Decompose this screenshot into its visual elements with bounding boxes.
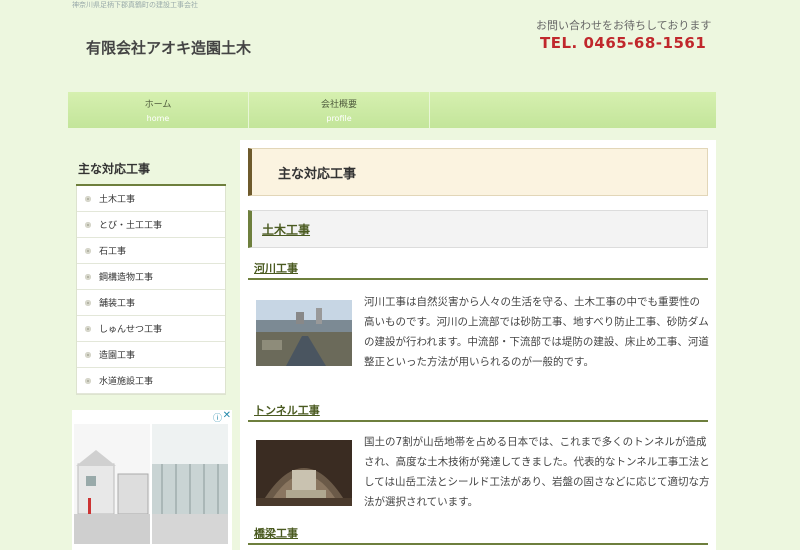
bullet-icon (85, 273, 91, 280)
sidebar-item[interactable]: 石工事 (77, 238, 225, 264)
ad-banner[interactable]: ⓘ ✕ (72, 410, 232, 550)
nav-item-sub-label: profile (326, 114, 352, 123)
subsection-text-river: 河川工事は自然災害から人々の生活を守る、土木工事の中でも重要性の高いものです。河… (364, 296, 709, 368)
subsection-text-tunnel: 国土の7割が山岳地帯を占める日本では、これまで多くのトンネルが造成され、高度な土… (364, 436, 710, 508)
bullet-icon (85, 195, 91, 202)
sidebar-item-label: 土木工事 (99, 195, 136, 205)
top-note: 神奈川県足柄下郡真鶴町の建設工事会社 (72, 1, 198, 9)
site-title[interactable]: 有限会社アオキ造園土木 (86, 37, 251, 58)
sidebar-item[interactable]: とび・土工工事 (77, 212, 225, 238)
global-nav: ホーム home 会社概要 profile (68, 92, 716, 128)
phone-number[interactable]: TEL. 0465-68-1561 (540, 34, 706, 52)
sidebar-item[interactable]: 鋼構造物工事 (77, 264, 225, 290)
subsection-heading-bridge[interactable]: 橋梁工事 (248, 525, 708, 545)
sidebar-item-label: しゅんせつ工事 (99, 325, 163, 335)
main-content: 主な対応工事 土木工事 河川工事 河川工事は自然災害から人々の生活を守る、土木工… (240, 140, 716, 550)
section-heading[interactable]: 土木工事 (248, 210, 708, 248)
sidebar-list: 土木工事 とび・土工工事 石工事 鋼構造物工事 舗装工事 しゅんせつ工事 造園工… (76, 186, 226, 395)
page-heading: 主な対応工事 (248, 148, 708, 196)
contact-lead: お問い合わせをお待ちしております (536, 19, 712, 32)
subsection-heading-tunnel[interactable]: トンネル工事 (248, 402, 708, 422)
tunnel-photo (256, 440, 352, 506)
ad-fence-image[interactable] (152, 424, 228, 544)
sidebar-heading: 主な対応工事 (76, 152, 226, 186)
bullet-icon (85, 247, 91, 254)
bullet-icon (85, 325, 91, 332)
nav-item-profile[interactable]: 会社概要 profile (249, 92, 430, 128)
sidebar-item-label: 鋼構造物工事 (99, 273, 154, 283)
info-icon[interactable]: ⓘ (213, 411, 222, 424)
bullet-icon (85, 377, 91, 384)
nav-item-sub-label: home (146, 114, 170, 123)
sidebar-item[interactable]: 舗装工事 (77, 290, 225, 316)
subsection-heading-river[interactable]: 河川工事 (248, 260, 708, 280)
sidebar-item[interactable]: 造園工事 (77, 342, 225, 368)
river-photo (256, 300, 352, 366)
ad-house-image[interactable] (74, 424, 150, 544)
sidebar-item[interactable]: 水道施設工事 (77, 368, 225, 394)
bullet-icon (85, 221, 91, 228)
sidebar-item[interactable]: 土木工事 (77, 186, 225, 212)
nav-item-home[interactable]: ホーム home (68, 92, 249, 128)
sidebar-item-label: 舗装工事 (99, 299, 136, 309)
nav-item-label: 会社概要 (320, 100, 357, 110)
sidebar-item-label: 石工事 (99, 247, 127, 257)
sidebar-item-label: 造園工事 (99, 351, 136, 361)
sidebar-item[interactable]: しゅんせつ工事 (77, 316, 225, 342)
close-icon[interactable]: ✕ (223, 410, 231, 421)
sidebar-item-label: 水道施設工事 (99, 377, 154, 387)
bullet-icon (85, 351, 91, 358)
bullet-icon (85, 299, 91, 306)
sidebar-item-label: とび・土工工事 (99, 221, 163, 231)
nav-item-label: ホーム (144, 100, 172, 110)
sidebar: 主な対応工事 土木工事 とび・土工工事 石工事 鋼構造物工事 舗装工事 しゅんせ… (76, 152, 226, 395)
